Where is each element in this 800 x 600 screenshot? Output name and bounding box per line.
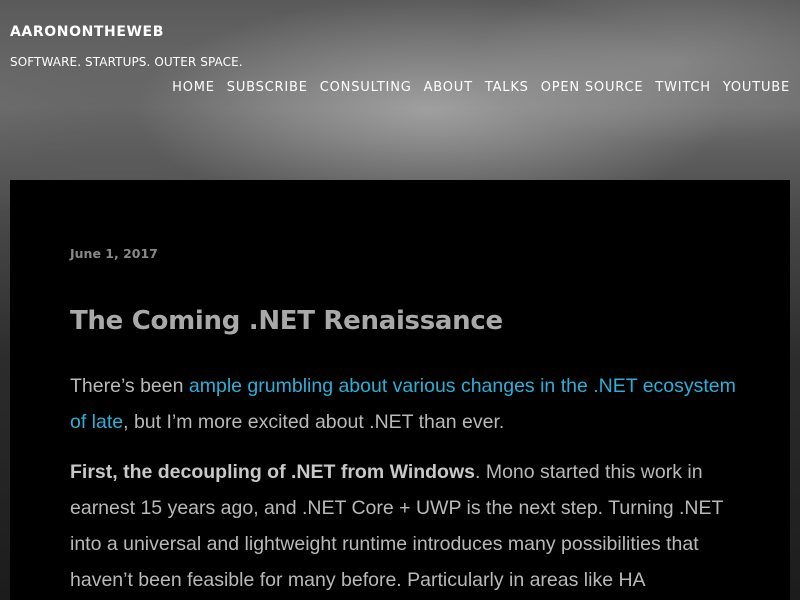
nav-item-consulting[interactable]: CONSULTING bbox=[320, 80, 412, 95]
post-title: The Coming .NET Renaissance bbox=[70, 306, 503, 336]
nav-item-home[interactable]: HOME bbox=[172, 80, 215, 95]
post-body: There’s been ample grumbling about vario… bbox=[70, 368, 740, 600]
paragraph-intro: There’s been ample grumbling about vario… bbox=[70, 368, 740, 440]
nav-item-youtube[interactable]: YOUTUBE bbox=[723, 80, 790, 95]
paragraph-decoupling: First, the decoupling of .NET from Windo… bbox=[70, 454, 740, 598]
nav-item-talks[interactable]: TALKS bbox=[485, 80, 529, 95]
decoupling-heading-text: First, the decoupling of .NET from Windo… bbox=[70, 461, 475, 483]
post-date[interactable]: June 1, 2017 bbox=[70, 246, 158, 261]
intro-text-after: , but I’m more excited about .NET than e… bbox=[123, 411, 505, 433]
nav-item-subscribe[interactable]: SUBSCRIBE bbox=[227, 80, 308, 95]
site-header: AARONONTHEWEB SOFTWARE. STARTUPS. OUTER … bbox=[0, 0, 800, 180]
site-tagline: SOFTWARE. STARTUPS. OUTER SPACE. bbox=[10, 55, 243, 69]
article-card: June 1, 2017 The Coming .NET Renaissance… bbox=[10, 180, 790, 600]
main-nav: HOME SUBSCRIBE CONSULTING ABOUT TALKS OP… bbox=[172, 80, 790, 95]
nav-item-open-source[interactable]: OPEN SOURCE bbox=[541, 80, 644, 95]
intro-text-before: There’s been bbox=[70, 375, 189, 397]
nav-item-twitch[interactable]: TWITCH bbox=[655, 80, 710, 95]
site-title[interactable]: AARONONTHEWEB bbox=[10, 24, 164, 40]
nav-item-about[interactable]: ABOUT bbox=[424, 80, 473, 95]
